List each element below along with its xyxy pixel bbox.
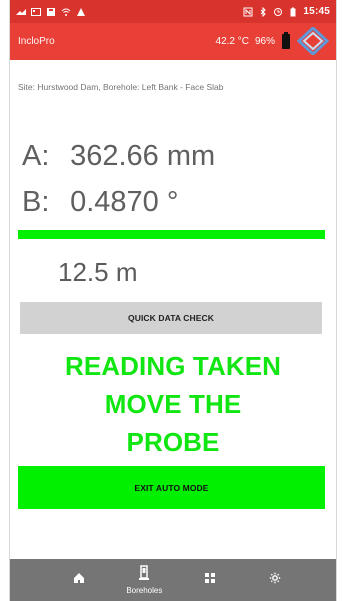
nav-boreholes[interactable]: Boreholes	[115, 559, 173, 601]
message-line-2: MOVE THE	[104, 389, 242, 419]
signal-icon	[16, 7, 26, 17]
diamond-logo-icon	[296, 25, 330, 57]
reading-b-value: 0.4870 °	[70, 186, 179, 218]
status-bar: 15:45	[10, 0, 336, 23]
reading-a: A: 362.66 mm	[22, 140, 215, 173]
gallery-icon	[31, 7, 41, 17]
app-screen: 15:45 IncloPro 42.2 °C 96% Site: Hurstwo…	[10, 0, 336, 601]
message-line-3: PROBE	[126, 427, 220, 457]
site-description: Site: Hurstwood Dam, Borehole: Left Bank…	[18, 82, 224, 92]
reading-a-label: A:	[22, 140, 50, 172]
nav-boreholes-label: Boreholes	[126, 586, 163, 595]
reading-b: B: 0.4870 °	[22, 186, 178, 219]
nfc-icon	[243, 7, 253, 17]
reading-a-value: 362.66 mm	[70, 140, 216, 172]
battery-status-icon	[288, 7, 298, 17]
exit-auto-mode-button[interactable]: EXIT AUTO MODE	[18, 466, 325, 509]
reading-status-bar	[18, 230, 325, 239]
wifi-icon	[61, 7, 71, 17]
nav-home[interactable]	[50, 559, 108, 601]
quick-data-check-button[interactable]: QUICK DATA CHECK	[20, 302, 322, 334]
grid-icon	[204, 571, 216, 589]
settings-icon	[269, 571, 281, 589]
depth-value: 12.5 m	[58, 257, 138, 287]
reading-b-label: B:	[22, 186, 50, 218]
save-icon	[46, 7, 56, 17]
app-title: IncloPro	[18, 36, 55, 47]
bluetooth-icon	[258, 6, 268, 17]
app-header: IncloPro 42.2 °C 96%	[10, 23, 336, 60]
status-time: 15:45	[303, 6, 330, 17]
temperature-readout: 42.2 °C	[215, 35, 249, 47]
nav-grid[interactable]	[181, 559, 239, 601]
nav-settings[interactable]	[246, 559, 304, 601]
battery-icon	[281, 32, 291, 50]
borehole-icon	[138, 565, 150, 586]
home-icon	[73, 571, 85, 589]
reading-message: READING TAKEN MOVE THE PROBE	[10, 347, 336, 461]
warning-icon	[76, 7, 86, 17]
status-right-icons: 15:45	[243, 6, 330, 17]
header-status-group: 42.2 °C 96%	[215, 25, 330, 57]
alarm-icon	[273, 7, 283, 17]
status-left-icons	[16, 7, 86, 17]
battery-percentage: 96%	[254, 35, 275, 47]
bottom-navigation: Boreholes	[10, 559, 336, 601]
message-line-1: READING TAKEN	[64, 351, 282, 381]
